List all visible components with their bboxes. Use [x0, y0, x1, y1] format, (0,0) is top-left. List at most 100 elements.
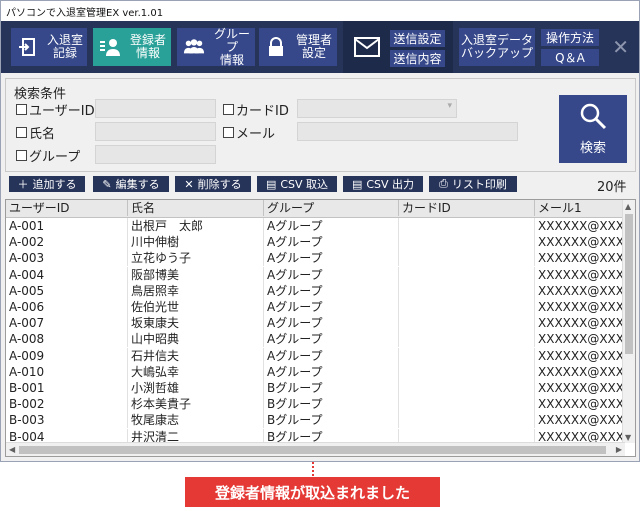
- qa-label: Q＆A: [555, 51, 585, 65]
- nav-groups-label: グループ 情報: [213, 26, 250, 67]
- table-row[interactable]: A-003 立花ゆう子 Aグループ XXXXXX@XXX.c: [6, 250, 625, 267]
- close-icon[interactable]: ✕: [612, 35, 629, 59]
- print-list-button[interactable]: ⎙ リスト印刷: [429, 176, 517, 192]
- cell-name: 坂東康夫: [128, 315, 264, 332]
- cell-user-id: B-001: [6, 380, 128, 396]
- horizontal-scrollbar[interactable]: ◀ ▶: [6, 442, 625, 456]
- group-input[interactable]: [95, 145, 216, 164]
- column-header-email[interactable]: メール1: [535, 200, 625, 216]
- table-row[interactable]: A-005 鳥居照幸 Aグループ XXXXXX@XXX.c: [6, 282, 625, 299]
- cell-name: 山中昭典: [128, 331, 264, 348]
- qa-button[interactable]: Q＆A: [541, 49, 599, 66]
- group-checkbox[interactable]: グループ: [16, 146, 80, 165]
- column-header-user-id[interactable]: ユーザーID: [6, 200, 128, 216]
- cell-card-id: [399, 299, 535, 315]
- name-label: 氏名: [29, 127, 56, 142]
- table-row[interactable]: A-006 佐伯光世 Aグループ XXXXXX@XXX.c: [6, 299, 625, 315]
- main-nav: 入退室 記録 登録者 情報 グループ 情報 管理者 設定 送信設定 送信内容 入…: [1, 21, 639, 73]
- scroll-down-icon[interactable]: ▼: [625, 433, 631, 442]
- result-count: 20件: [597, 180, 627, 195]
- cell-email: XXXXXX@XXX.c: [538, 316, 625, 331]
- column-header-card-id[interactable]: カードID: [399, 200, 535, 216]
- email-checkbox[interactable]: メール: [223, 123, 275, 142]
- user-id-checkbox[interactable]: ユーザーID: [16, 100, 95, 119]
- edit-button[interactable]: ✎ 編集する: [93, 176, 169, 192]
- vertical-scrollbar[interactable]: ▲ ▼: [622, 200, 635, 443]
- name-checkbox[interactable]: 氏名: [16, 123, 55, 142]
- plus-icon: ＋: [17, 178, 29, 191]
- scroll-right-icon[interactable]: ▶: [616, 445, 622, 454]
- send-content-button[interactable]: 送信内容: [390, 50, 445, 67]
- table-row[interactable]: B-001 小渕哲雄 Bグループ XXXXXX@XXX.c: [6, 380, 625, 396]
- column-header-name[interactable]: 氏名: [128, 200, 264, 216]
- send-settings-button[interactable]: 送信設定: [390, 30, 445, 47]
- table-row[interactable]: A-007 坂東康夫 Aグループ XXXXXX@XXX.c: [6, 315, 625, 332]
- vertical-scroll-thumb[interactable]: [625, 214, 633, 354]
- edit-label: 編集する: [115, 178, 160, 191]
- cell-email: XXXXXX@XXX.c: [538, 348, 625, 363]
- card-id-select[interactable]: ▾: [297, 99, 457, 118]
- email-input[interactable]: [297, 122, 518, 141]
- csv-import-button[interactable]: ▤ CSV 取込: [257, 176, 337, 192]
- nav-registrants-button[interactable]: 登録者 情報: [93, 28, 171, 66]
- table-row[interactable]: A-008 山中昭典 Aグループ XXXXXX@XXX.c: [6, 331, 625, 348]
- table-row[interactable]: B-002 杉本美貴子 Bグループ XXXXXX@XXX.c: [6, 396, 625, 413]
- cell-user-id: A-004: [6, 266, 128, 283]
- table-row[interactable]: A-001 出根戸 太郎 Aグループ XXXXXX@XXX.c: [6, 218, 625, 234]
- cell-name: 石井信夫: [128, 347, 264, 364]
- nav-groups-button[interactable]: グループ 情報: [177, 26, 255, 67]
- cell-email: XXXXXX@XXX.c: [538, 381, 625, 395]
- table-header: ユーザーID 氏名 グループ カードID メール1: [6, 200, 625, 218]
- csv-import-label: CSV 取込: [280, 178, 329, 191]
- table-row[interactable]: A-004 阪部博美 Aグループ XXXXXX@XXX.c: [6, 266, 625, 283]
- entry-exit-icon: [17, 36, 39, 58]
- cell-name: 川中伸樹: [128, 234, 264, 251]
- user-id-input[interactable]: [95, 99, 216, 118]
- nav-admin-button[interactable]: 管理者 設定: [259, 28, 337, 66]
- send-settings-label: 送信設定: [393, 32, 442, 46]
- name-input[interactable]: [95, 122, 216, 141]
- cell-user-id: A-007: [6, 315, 128, 332]
- scroll-left-icon[interactable]: ◀: [9, 445, 15, 454]
- backup-button[interactable]: 入退室データ バックアップ: [459, 28, 535, 66]
- cell-card-id: [399, 396, 535, 413]
- column-header-group[interactable]: グループ: [264, 200, 399, 216]
- card-id-label: カードID: [236, 104, 289, 119]
- callout-connector: [312, 462, 316, 476]
- table-row[interactable]: A-010 大嶋弘幸 Aグループ XXXXXX@XXX.c: [6, 363, 625, 380]
- cell-card-id: [399, 412, 535, 429]
- cell-email: XXXXXX@XXX.c: [538, 413, 625, 428]
- cell-name: 小渕哲雄: [128, 380, 264, 396]
- cell-card-id: [399, 347, 535, 364]
- lock-icon: [265, 36, 287, 58]
- card-id-checkbox[interactable]: カードID: [223, 100, 289, 119]
- table-row[interactable]: A-009 石井信夫 Aグループ XXXXXX@XXX.c: [6, 347, 625, 364]
- cell-card-id: [399, 315, 535, 332]
- person-card-icon: [99, 36, 121, 58]
- send-content-label: 送信内容: [393, 52, 442, 66]
- nav-entry-log-button[interactable]: 入退室 記録: [11, 28, 87, 66]
- cell-name: 杉本美貴子: [128, 396, 264, 413]
- user-id-label: ユーザーID: [29, 104, 95, 119]
- cell-email: XXXXXX@XXX.c: [538, 300, 625, 314]
- cell-card-id: [399, 380, 535, 396]
- horizontal-scroll-thumb[interactable]: [19, 446, 606, 454]
- cell-name: 出根戸 太郎: [128, 218, 264, 234]
- nav-admin-label: 管理者 設定: [295, 33, 332, 60]
- scroll-up-icon[interactable]: ▲: [625, 202, 631, 211]
- cell-email: XXXXXX@XXX.c: [538, 251, 625, 266]
- cell-email: XXXXXX@XXX.c: [538, 397, 625, 412]
- manual-button[interactable]: 操作方法: [541, 29, 599, 46]
- search-button[interactable]: 検索: [559, 95, 627, 163]
- table-row[interactable]: B-003 牧尾康志 Bグループ XXXXXX@XXX.c: [6, 412, 625, 429]
- group-label: グループ: [29, 150, 81, 165]
- csv-export-button[interactable]: ▤ CSV 出力: [343, 176, 423, 192]
- cell-group: Aグループ: [264, 347, 399, 364]
- print-list-label: リスト印刷: [451, 178, 507, 191]
- delete-button[interactable]: ✕ 削除する: [175, 176, 251, 192]
- table-row[interactable]: A-002 川中伸樹 Aグループ XXXXXX@XXX.c: [6, 234, 625, 251]
- group-icon: [183, 36, 205, 58]
- cell-user-id: A-008: [6, 331, 128, 348]
- add-button[interactable]: ＋追加する: [9, 176, 85, 192]
- cell-group: Bグループ: [264, 396, 399, 413]
